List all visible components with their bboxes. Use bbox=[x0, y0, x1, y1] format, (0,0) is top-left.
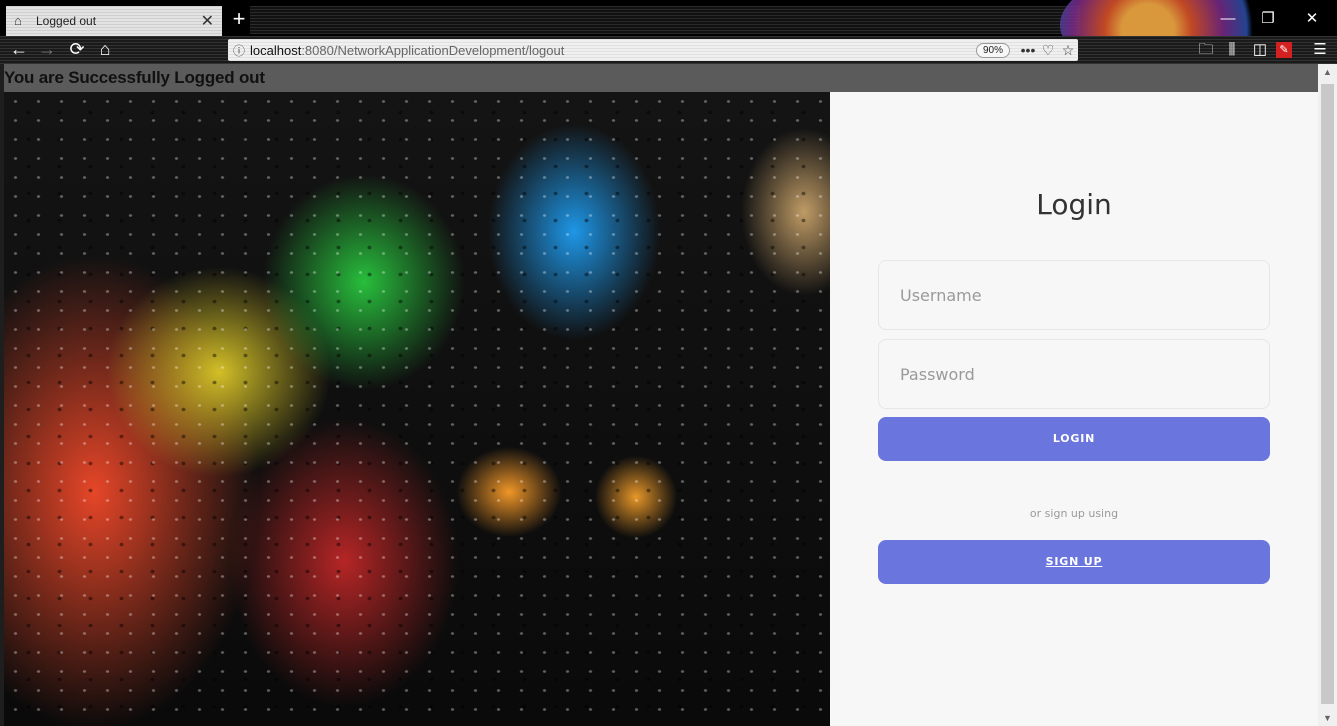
menu-icon[interactable]: ☰ bbox=[1308, 36, 1332, 64]
hero-background-image bbox=[4, 92, 830, 726]
restore-button[interactable]: ❐ bbox=[1248, 6, 1288, 34]
site-info-icon[interactable]: ⓘ bbox=[228, 42, 250, 59]
address-bar[interactable]: ⓘ localhost:8080/NetworkApplicationDevel… bbox=[228, 39, 1078, 61]
new-tab-button[interactable]: + bbox=[228, 6, 250, 34]
minimize-button[interactable]: — bbox=[1208, 6, 1248, 34]
login-panel: Login LOGIN or sign up using SIGN UP bbox=[830, 92, 1318, 726]
url-path: :8080/NetworkApplicationDevelopment/logo… bbox=[301, 42, 565, 58]
window-close-button[interactable]: ✕ bbox=[1292, 6, 1332, 34]
browser-tab[interactable]: ⌂ Logged out ✕ bbox=[6, 6, 222, 36]
bookmark-star-icon[interactable]: ☆ bbox=[1058, 42, 1078, 59]
library-icon[interactable]: ⫼ bbox=[1220, 36, 1244, 64]
zoom-indicator[interactable]: 90% bbox=[975, 42, 1010, 58]
raindrop-overlay bbox=[4, 92, 830, 726]
pocket-icon[interactable]: ♡ bbox=[1038, 42, 1058, 59]
vertical-scrollbar[interactable]: ▲ ▼ bbox=[1318, 64, 1337, 726]
navigation-toolbar: ← → ⟳ ⌂ ⓘ localhost:8080/NetworkApplicat… bbox=[0, 36, 1337, 64]
page-actions-icon[interactable]: ••• bbox=[1018, 42, 1038, 58]
login-title: Login bbox=[1036, 188, 1112, 221]
forward-button[interactable]: → bbox=[34, 36, 60, 64]
home-icon: ⌂ bbox=[14, 13, 22, 28]
sign-up-label: SIGN UP bbox=[1045, 555, 1103, 568]
scroll-down-arrow-icon[interactable]: ▼ bbox=[1318, 710, 1337, 726]
extension-icon[interactable]: ✎ bbox=[1276, 42, 1292, 58]
username-input[interactable] bbox=[878, 260, 1270, 330]
logout-message: You are Successfully Logged out bbox=[4, 68, 265, 87]
back-button[interactable]: ← bbox=[6, 36, 32, 64]
page-viewport: You are Successfully Logged out Login LO… bbox=[4, 64, 1318, 726]
sign-up-button[interactable]: SIGN UP bbox=[878, 540, 1270, 584]
home-button[interactable]: ⌂ bbox=[92, 36, 118, 64]
sidebar-icon[interactable]: ◫ bbox=[1248, 36, 1272, 64]
downloads-icon[interactable]: 🗀 bbox=[1194, 36, 1218, 64]
login-button[interactable]: LOGIN bbox=[878, 417, 1270, 461]
reload-button[interactable]: ⟳ bbox=[64, 36, 90, 64]
logout-message-bar: You are Successfully Logged out bbox=[4, 64, 1318, 92]
scrollbar-thumb[interactable] bbox=[1321, 84, 1334, 704]
scroll-up-arrow-icon[interactable]: ▲ bbox=[1318, 64, 1337, 80]
url-host: localhost bbox=[250, 42, 302, 58]
sign-up-hint: or sign up using bbox=[1029, 507, 1119, 520]
tab-strip-background bbox=[250, 6, 1080, 34]
tab-strip: ⌂ Logged out ✕ + — ❐ ✕ bbox=[0, 0, 1337, 36]
tab-close-icon[interactable]: ✕ bbox=[201, 11, 214, 31]
tab-title: Logged out bbox=[36, 14, 97, 28]
url-text[interactable]: localhost:8080/NetworkApplicationDevelop… bbox=[250, 43, 976, 58]
password-input[interactable] bbox=[878, 339, 1270, 409]
